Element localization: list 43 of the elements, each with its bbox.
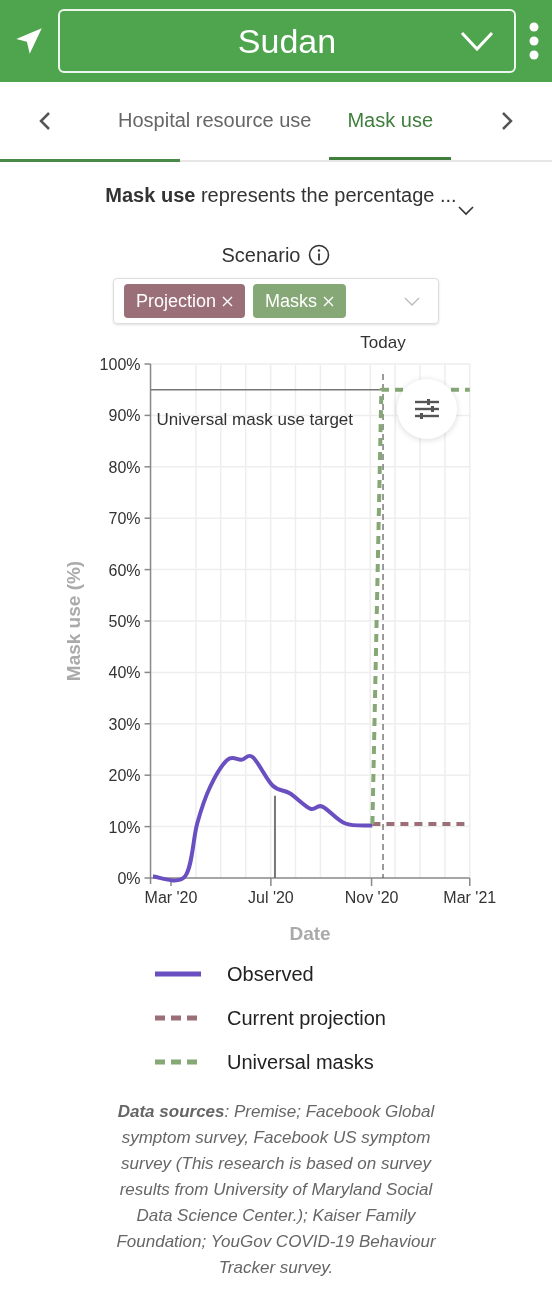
chevron-left-icon[interactable]: [38, 111, 52, 131]
sliders-icon: [414, 399, 440, 419]
y-axis-title: Mask use (%): [63, 560, 84, 682]
legend-swatch-icon: [153, 969, 203, 979]
scenario-chip[interactable]: Masks: [253, 284, 347, 318]
chevron-right-icon[interactable]: [500, 111, 514, 131]
y-tick-label: 40%: [108, 664, 141, 682]
y-tick-label: 100%: [99, 356, 141, 373]
y-tick-label: 20%: [108, 767, 141, 785]
y-tick-label: 90%: [108, 407, 141, 425]
location-dropdown[interactable]: Sudan: [58, 9, 516, 73]
data-sources-text: Data sources: Premise; Facebook Global symptom survey, Facebook US symptom survey (This research is based on survey results from University of Maryland Social Data Science Center.); Kaiser Family Foundation; YouGov COVID-19 Behaviour Tracker survey.: [115, 1101, 437, 1279]
y-tick-label: 10%: [108, 818, 141, 836]
y-tick-label: 80%: [108, 458, 141, 476]
y-tick-label: 30%: [108, 715, 141, 733]
remove-icon[interactable]: [323, 295, 335, 307]
info-icon[interactable]: [308, 244, 331, 266]
x-tick-label: Mar '20: [144, 889, 198, 906]
x-tick-label: Mar '21: [443, 889, 497, 906]
chevron-down-icon: [460, 30, 494, 52]
legend-label: Current projection: [227, 1006, 386, 1031]
expand-chevron-icon[interactable]: [458, 206, 474, 216]
remove-icon[interactable]: [222, 295, 234, 307]
tab[interactable]: Hospital resource use: [100, 82, 330, 160]
x-axis-title: Date: [289, 923, 331, 944]
today-label: Today: [360, 333, 406, 352]
description-text: Mask use represents the percentage ...: [104, 183, 457, 208]
target-label: Universal mask use target: [156, 409, 354, 429]
scenario-label: Scenario: [221, 243, 301, 268]
tab[interactable]: Mask use: [329, 82, 452, 160]
legend-label: Observed: [227, 962, 314, 987]
legend-label: Universal masks: [227, 1050, 374, 1075]
y-tick-label: 0%: [117, 870, 141, 887]
y-tick-label: 70%: [108, 510, 141, 528]
chart-settings-button[interactable]: [397, 379, 457, 439]
y-tick-label: 60%: [108, 561, 141, 579]
x-tick-label: Nov '20: [344, 889, 399, 906]
y-tick-label: 50%: [108, 613, 141, 630]
more-options-icon[interactable]: [528, 22, 540, 60]
scenario-select[interactable]: Projection Masks: [113, 278, 439, 324]
x-tick-label: Jul '20: [248, 889, 294, 906]
scenario-chip[interactable]: Projection: [124, 284, 246, 318]
chevron-down-icon: [404, 297, 420, 307]
